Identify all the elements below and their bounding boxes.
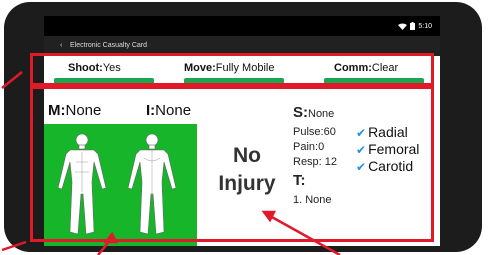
annotation-arrows bbox=[1, 71, 341, 255]
arrow-left-bottom bbox=[1, 240, 27, 252]
arrow-left-top bbox=[1, 71, 23, 89]
arrow-body-panel-head bbox=[103, 231, 119, 244]
arrow-injury bbox=[269, 214, 341, 255]
